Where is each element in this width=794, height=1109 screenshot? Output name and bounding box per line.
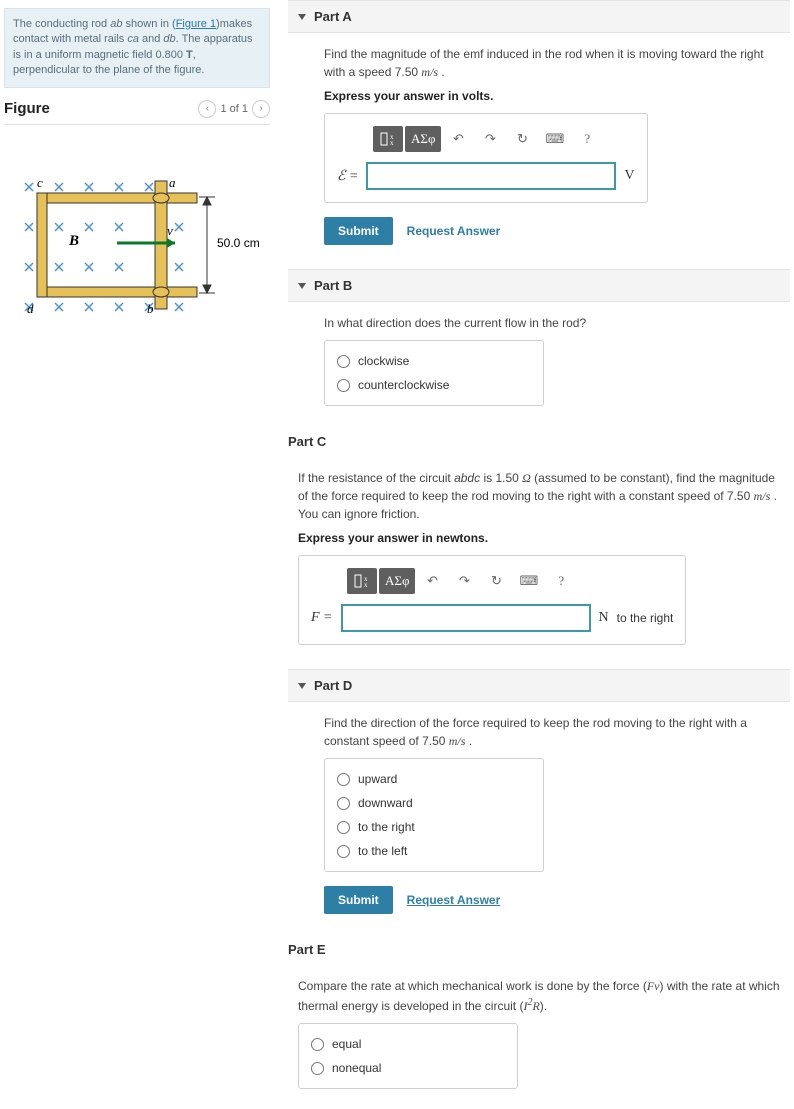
part-d-submit-button[interactable]: Submit bbox=[324, 886, 393, 914]
part-c-header: Part C bbox=[288, 426, 790, 457]
reset-button[interactable]: ↻ bbox=[481, 568, 511, 594]
part-c-unit-suffix: to the right bbox=[617, 611, 674, 625]
svg-text:50.0 cm: 50.0 cm bbox=[217, 236, 260, 250]
part-d-option-right[interactable]: to the right bbox=[337, 815, 531, 839]
part-d-header[interactable]: Part D bbox=[288, 669, 790, 702]
part-c-input-card: xx ΑΣφ ↶ ↷ ↻ ⌨ ? F = N to the right bbox=[298, 555, 686, 645]
caret-icon bbox=[298, 283, 306, 289]
part-c-answer-input[interactable] bbox=[341, 604, 591, 632]
part-e-question: Compare the rate at which mechanical wor… bbox=[298, 977, 786, 1015]
part-b-header[interactable]: Part B bbox=[288, 269, 790, 302]
part-e-option-nonequal[interactable]: nonequal bbox=[311, 1056, 505, 1080]
help-button[interactable]: ? bbox=[572, 126, 602, 152]
redo-button[interactable]: ↷ bbox=[449, 568, 479, 594]
part-c-express: Express your answer in newtons. bbox=[298, 531, 786, 545]
part-d-options: upward downward to the right to the left bbox=[324, 758, 544, 872]
part-d-option-left[interactable]: to the left bbox=[337, 839, 531, 863]
figure-title: Figure bbox=[4, 100, 50, 117]
greek-button[interactable]: ΑΣφ bbox=[405, 126, 441, 152]
figure-diagram: c a d b B⃗ v 50.0 cm bbox=[7, 175, 267, 325]
caret-icon bbox=[298, 683, 306, 689]
svg-text:a: a bbox=[169, 175, 176, 190]
part-d-title: Part D bbox=[314, 678, 352, 693]
figure-prev-button[interactable]: ‹ bbox=[198, 100, 216, 118]
svg-text:x: x bbox=[390, 139, 394, 146]
part-c-title: Part C bbox=[288, 434, 326, 449]
undo-button[interactable]: ↶ bbox=[417, 568, 447, 594]
part-a-input-card: xx ΑΣφ ↶ ↷ ↻ ⌨ ? ℰ = V bbox=[324, 113, 648, 203]
reset-button[interactable]: ↻ bbox=[507, 126, 537, 152]
svg-text:B⃗: B⃗ bbox=[68, 233, 91, 249]
figure-header: Figure ‹ 1 of 1 › bbox=[4, 100, 270, 125]
part-a-express: Express your answer in volts. bbox=[324, 89, 770, 103]
help-button[interactable]: ? bbox=[546, 568, 576, 594]
caret-icon bbox=[298, 14, 306, 20]
svg-text:d: d bbox=[27, 301, 34, 316]
redo-button[interactable]: ↷ bbox=[475, 126, 505, 152]
keyboard-button[interactable]: ⌨ bbox=[513, 568, 544, 594]
part-e-header: Part E bbox=[288, 934, 790, 965]
undo-button[interactable]: ↶ bbox=[443, 126, 473, 152]
part-a-symbol: ℰ = bbox=[337, 168, 358, 185]
part-b-option-clockwise[interactable]: clockwise bbox=[337, 349, 531, 373]
part-d-option-downward[interactable]: downward bbox=[337, 791, 531, 815]
part-d-request-answer[interactable]: Request Answer bbox=[407, 893, 501, 907]
svg-text:v: v bbox=[167, 223, 173, 238]
part-a-header[interactable]: Part A bbox=[288, 0, 790, 33]
greek-button[interactable]: ΑΣφ bbox=[379, 568, 415, 594]
svg-text:b: b bbox=[147, 301, 154, 316]
svg-text:x: x bbox=[364, 581, 368, 588]
templates-button[interactable]: xx bbox=[373, 126, 403, 152]
part-d-question: Find the direction of the force required… bbox=[324, 714, 770, 750]
part-a-submit-button[interactable]: Submit bbox=[324, 217, 393, 245]
part-d-option-upward[interactable]: upward bbox=[337, 767, 531, 791]
part-a-answer-input[interactable] bbox=[366, 162, 616, 190]
part-c-question: If the resistance of the circuit abdc is… bbox=[298, 469, 786, 523]
part-e-option-equal[interactable]: equal bbox=[311, 1032, 505, 1056]
figure-pager-text: 1 of 1 bbox=[220, 103, 248, 115]
part-e-options: equal nonequal bbox=[298, 1023, 518, 1089]
figure-next-button[interactable]: › bbox=[252, 100, 270, 118]
keyboard-button[interactable]: ⌨ bbox=[539, 126, 570, 152]
problem-statement: The conducting rod ab shown in (Figure 1… bbox=[4, 8, 270, 88]
part-e-title: Part E bbox=[288, 942, 326, 957]
part-b-option-counterclockwise[interactable]: counterclockwise bbox=[337, 373, 531, 397]
part-a-unit: V bbox=[624, 168, 634, 184]
part-a-question: Find the magnitude of the emf induced in… bbox=[324, 45, 770, 81]
part-b-options: clockwise counterclockwise bbox=[324, 340, 544, 406]
templates-button[interactable]: xx bbox=[347, 568, 377, 594]
part-c-unit: N bbox=[599, 610, 609, 626]
part-b-question: In what direction does the current flow … bbox=[324, 314, 770, 332]
figure-link[interactable]: Figure 1 bbox=[176, 18, 216, 30]
part-c-symbol: F = bbox=[311, 610, 333, 626]
part-b-title: Part B bbox=[314, 278, 352, 293]
part-a-title: Part A bbox=[314, 9, 352, 24]
part-a-request-answer[interactable]: Request Answer bbox=[407, 224, 501, 238]
svg-text:c: c bbox=[37, 175, 43, 190]
